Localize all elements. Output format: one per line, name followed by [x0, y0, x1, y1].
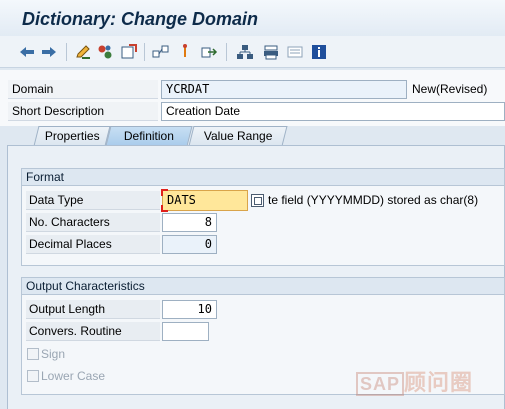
- domain-label: Domain: [8, 80, 158, 99]
- print-icon[interactable]: [262, 43, 280, 61]
- short-description-field[interactable]: Creation Date: [161, 102, 505, 121]
- domain-field[interactable]: YCRDAT: [161, 80, 407, 99]
- activate-icon[interactable]: [120, 43, 138, 61]
- back-arrow-icon[interactable]: [18, 43, 36, 61]
- checkbox-box: [27, 348, 39, 360]
- output-length-label: Output Length: [26, 300, 160, 319]
- watermark-brand: SAP: [356, 372, 405, 396]
- tab-strip: Properties Definition Value Range: [0, 126, 505, 146]
- header-area: Domain YCRDAT New(Revised) Short Descrip…: [0, 70, 505, 126]
- checkbox-box: [27, 370, 39, 382]
- lower-case-checkbox[interactable]: Lower Case: [27, 368, 105, 384]
- info-icon[interactable]: [310, 43, 328, 61]
- tab-properties[interactable]: Properties: [33, 126, 111, 146]
- conversion-routine-label: Convers. Routine: [26, 322, 160, 341]
- short-description-label: Short Description: [8, 102, 158, 121]
- forward-arrow-icon[interactable]: [40, 43, 58, 61]
- domain-status: New(Revised): [412, 82, 488, 96]
- edit-pencil-icon[interactable]: [74, 43, 92, 61]
- toolbar-separator: [66, 43, 67, 61]
- no-characters-field[interactable]: 8: [162, 213, 217, 232]
- application-toolbar: [0, 36, 505, 68]
- where-used-icon[interactable]: [152, 43, 170, 61]
- data-type-field[interactable]: DATS: [161, 189, 248, 212]
- format-group-title: Format: [22, 169, 504, 186]
- sign-checkbox[interactable]: Sign: [27, 346, 65, 362]
- navigate-icon[interactable]: [200, 43, 218, 61]
- tab-value-range[interactable]: Value Range: [188, 126, 288, 146]
- watermark-text: 顾问圈: [404, 370, 474, 395]
- tab-definition[interactable]: Definition: [105, 126, 193, 146]
- title-bar: Dictionary: Change Domain: [0, 0, 505, 36]
- window-title: Dictionary: Change Domain: [22, 9, 259, 29]
- data-type-description: te field (YYYYMMDD) stored as char(8): [268, 193, 479, 207]
- data-type-label: Data Type: [26, 191, 160, 210]
- output-length-field[interactable]: 10: [162, 300, 217, 319]
- toolbar-separator: [226, 43, 227, 61]
- output-group-title: Output Characteristics: [22, 278, 504, 295]
- conversion-routine-field[interactable]: [162, 322, 209, 341]
- toolbar-separator: [144, 43, 145, 61]
- other-object-icon[interactable]: [96, 43, 114, 61]
- format-group: Format Data Type DATS te field (YYYYMMDD…: [21, 168, 505, 266]
- decimal-places-field[interactable]: 0: [162, 235, 217, 254]
- value-help-icon[interactable]: [251, 194, 264, 207]
- decimal-places-label: Decimal Places: [26, 235, 160, 254]
- watermark-logo: SAP 顾问圈: [356, 370, 473, 396]
- display-icon[interactable]: [286, 43, 304, 61]
- hierarchy-icon[interactable]: [236, 43, 254, 61]
- object-list-icon[interactable]: [176, 43, 194, 61]
- no-characters-label: No. Characters: [26, 213, 160, 232]
